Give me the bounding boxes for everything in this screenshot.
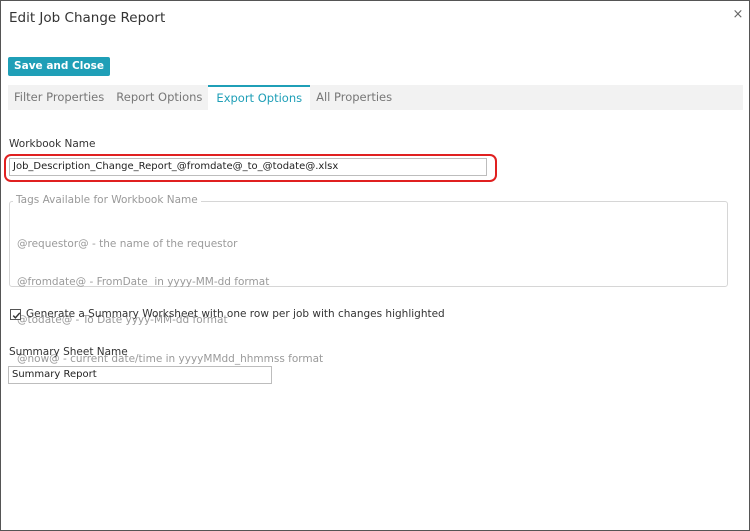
tab-report-options[interactable]: Report Options [110, 85, 208, 110]
tags-list: @requestor@ - the name of the requestor … [17, 212, 323, 391]
tab-filter-properties[interactable]: Filter Properties [8, 85, 110, 110]
summary-worksheet-label: Generate a Summary Worksheet with one ro… [26, 308, 445, 320]
tags-legend: Tags Available for Workbook Name [13, 194, 201, 206]
summary-sheet-name-label: Summary Sheet Name [9, 346, 128, 358]
close-icon[interactable]: × [731, 8, 745, 22]
tab-bar: Filter Properties Report Options Export … [8, 85, 743, 110]
summary-worksheet-checkbox[interactable] [10, 309, 21, 320]
workbook-name-label: Workbook Name [9, 138, 96, 150]
tag-fromdate: @fromdate@ - FromDate in yyyy-MM-dd form… [17, 275, 270, 288]
checkmark-icon [12, 312, 21, 319]
workbook-name-input[interactable]: Job_Description_Change_Report_@fromdate@… [9, 158, 487, 176]
tag-requestor: @requestor@ - the name of the requestor [17, 237, 238, 250]
save-and-close-button[interactable]: Save and Close [8, 57, 110, 76]
summary-sheet-name-input[interactable]: Summary Report [8, 366, 272, 384]
tab-all-properties[interactable]: All Properties [310, 85, 398, 110]
dialog-title: Edit Job Change Report [9, 10, 166, 26]
tab-export-options[interactable]: Export Options [208, 85, 311, 110]
edit-job-change-report-dialog: Edit Job Change Report × Save and Close … [0, 0, 750, 531]
